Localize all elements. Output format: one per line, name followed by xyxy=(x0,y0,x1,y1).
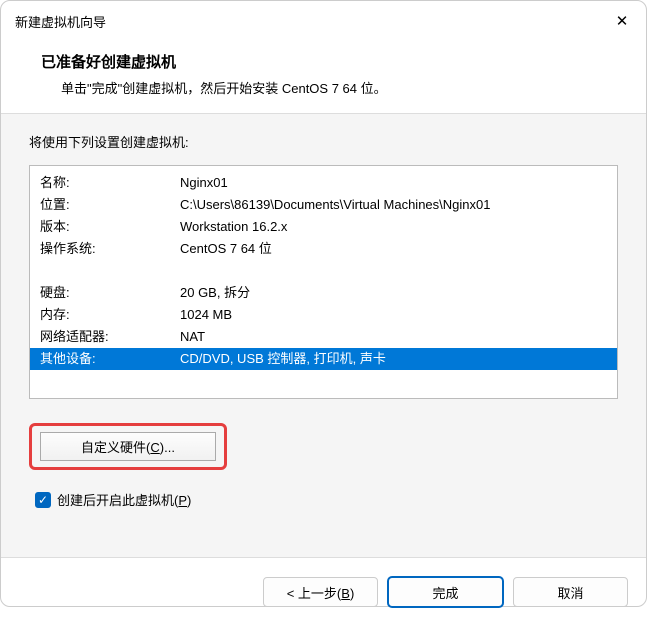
customize-highlight: 自定义硬件(C)... xyxy=(29,423,227,470)
setting-value: C:\Users\86139\Documents\Virtual Machine… xyxy=(180,194,607,216)
setting-value: Nginx01 xyxy=(180,172,607,194)
checkbox-label: 创建后开启此虚拟机(P) xyxy=(57,490,191,509)
setting-row-other-devices[interactable]: 其他设备: CD/DVD, USB 控制器, 打印机, 声卡 xyxy=(30,348,617,370)
cancel-button[interactable]: 取消 xyxy=(513,577,628,607)
setting-key: 版本: xyxy=(40,216,180,238)
checkbox-icon[interactable]: ✓ xyxy=(35,492,51,508)
setting-key: 名称: xyxy=(40,172,180,194)
blank-row xyxy=(30,260,617,282)
setting-key: 其他设备: xyxy=(40,348,180,370)
setting-value: Workstation 16.2.x xyxy=(180,216,607,238)
back-button[interactable]: < 上一步(B) xyxy=(263,577,378,607)
customize-hardware-button[interactable]: 自定义硬件(C)... xyxy=(40,432,216,461)
setting-value: CD/DVD, USB 控制器, 打印机, 声卡 xyxy=(180,348,607,370)
setting-row-os[interactable]: 操作系统: CentOS 7 64 位 xyxy=(30,238,617,260)
setting-key: 网络适配器: xyxy=(40,326,180,348)
finish-button[interactable]: 完成 xyxy=(388,577,503,607)
settings-prompt: 将使用下列设置创建虚拟机: xyxy=(29,132,618,151)
setting-key: 内存: xyxy=(40,304,180,326)
setting-row-disk[interactable]: 硬盘: 20 GB, 拆分 xyxy=(30,282,617,304)
power-on-checkbox-row[interactable]: ✓ 创建后开启此虚拟机(P) xyxy=(35,490,618,509)
setting-key: 硬盘: xyxy=(40,282,180,304)
setting-key: 操作系统: xyxy=(40,238,180,260)
setting-row-memory[interactable]: 内存: 1024 MB xyxy=(30,304,617,326)
wizard-header: 已准备好创建虚拟机 单击"完成"创建虚拟机，然后开始安装 CentOS 7 64… xyxy=(1,41,646,113)
page-subtitle: 单击"完成"创建虚拟机，然后开始安装 CentOS 7 64 位。 xyxy=(61,78,618,97)
titlebar: 新建虚拟机向导 ✕ xyxy=(1,1,646,41)
setting-row-version[interactable]: 版本: Workstation 16.2.x xyxy=(30,216,617,238)
blank-row xyxy=(30,370,617,392)
setting-row-location[interactable]: 位置: C:\Users\86139\Documents\Virtual Mac… xyxy=(30,194,617,216)
settings-list[interactable]: 名称: Nginx01 位置: C:\Users\86139\Documents… xyxy=(29,165,618,399)
page-title: 已准备好创建虚拟机 xyxy=(41,51,618,72)
setting-value: CentOS 7 64 位 xyxy=(180,238,607,260)
close-icon[interactable]: ✕ xyxy=(612,12,632,30)
window-title: 新建虚拟机向导 xyxy=(15,12,106,31)
setting-value: 20 GB, 拆分 xyxy=(180,282,607,304)
setting-row-network[interactable]: 网络适配器: NAT xyxy=(30,326,617,348)
content-area: 将使用下列设置创建虚拟机: 名称: Nginx01 位置: C:\Users\8… xyxy=(1,113,646,558)
setting-value: 1024 MB xyxy=(180,304,607,326)
footer: < 上一步(B) 完成 取消 xyxy=(1,558,646,626)
setting-row-name[interactable]: 名称: Nginx01 xyxy=(30,172,617,194)
setting-value: NAT xyxy=(180,326,607,348)
setting-key: 位置: xyxy=(40,194,180,216)
